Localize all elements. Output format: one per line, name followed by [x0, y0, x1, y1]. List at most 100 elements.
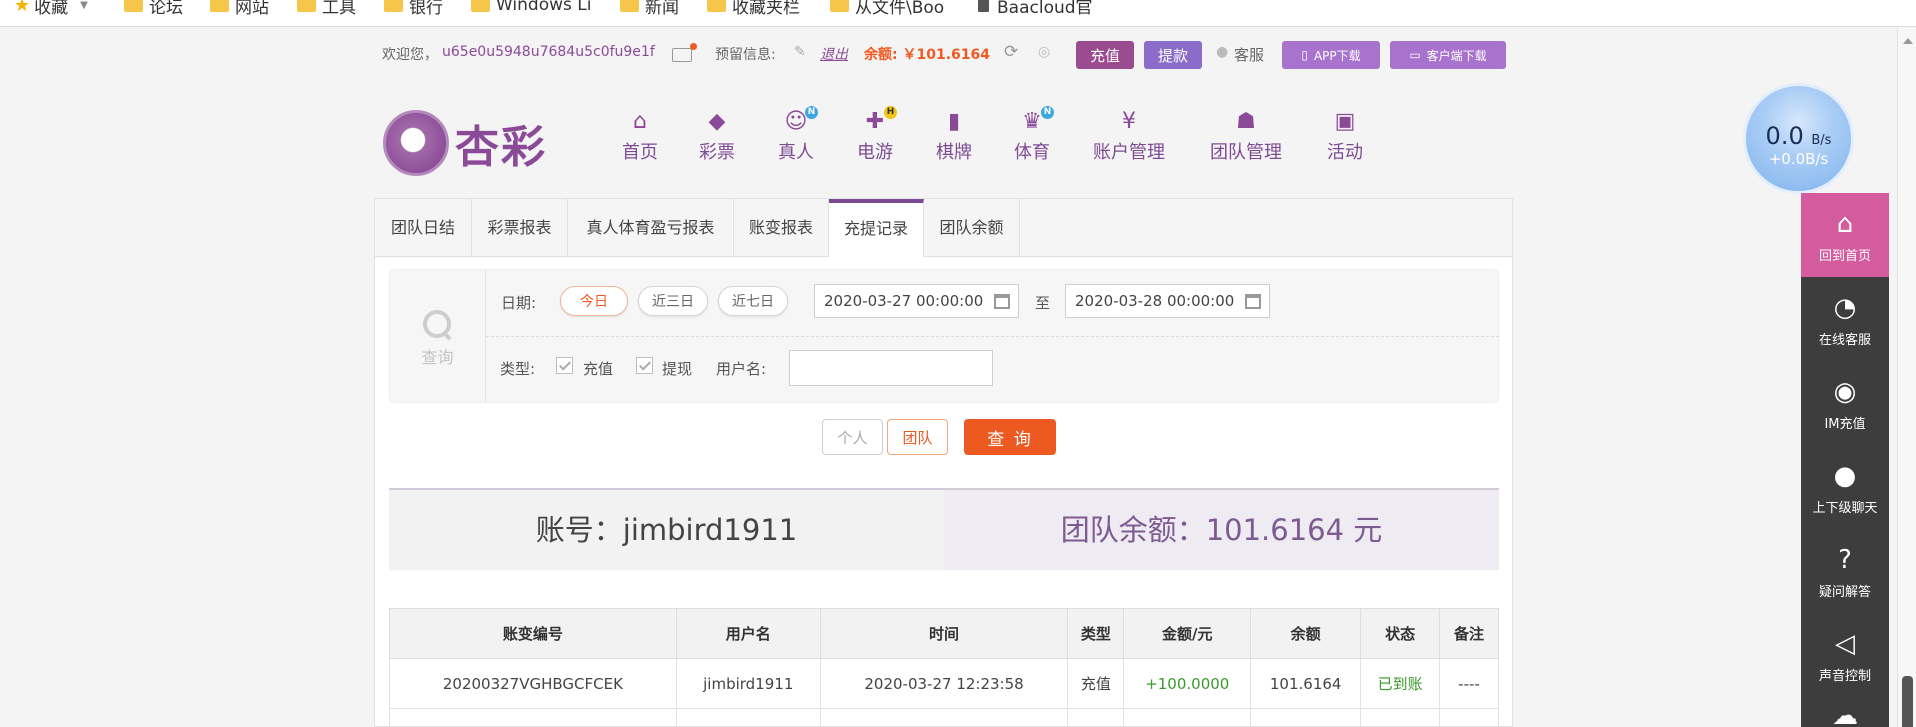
page-scrollbar[interactable] [1897, 28, 1916, 727]
nav-sports[interactable]: ♛ N 体育 [1014, 106, 1054, 164]
sidebar-item-im-recharge[interactable]: ◉ IM充值 [1801, 361, 1889, 445]
nav-lottery[interactable]: ◆ 彩票 [699, 110, 735, 164]
logo-text: 杏彩 [455, 122, 547, 173]
network-speed-widget[interactable]: 0.0 B/s +0.0B/s [1743, 83, 1854, 194]
nav-events[interactable]: ▣ 活动 [1327, 110, 1363, 164]
column-header: 备注 [1439, 608, 1499, 659]
folder-icon [210, 0, 229, 12]
bookmark-folder[interactable]: Windows Li [471, 0, 591, 16]
mail-icon[interactable] [672, 43, 697, 62]
bookmark-folder[interactable]: 论坛 [124, 0, 183, 18]
home-icon: ⌂ [633, 109, 647, 134]
type-label: 类型: [500, 360, 536, 378]
column-header: 时间 [819, 608, 1069, 659]
tab-team-daily[interactable]: 团队日结 [375, 199, 472, 257]
site-logo[interactable]: 杏彩 [383, 108, 553, 178]
sidebar-item-cloud[interactable]: ☁ [1801, 697, 1889, 727]
sidebar-item-home[interactable]: ⌂ 回到首页 [1801, 193, 1889, 277]
new-badge: N [805, 106, 818, 119]
refresh-icon[interactable]: ⟳ [1004, 42, 1018, 62]
withdraw-button[interactable]: 提款 [1144, 41, 1202, 69]
client-download-button[interactable]: ▭ 客户端下载 [1390, 41, 1506, 69]
nav-egames[interactable]: ✚ H 电游 [857, 106, 897, 164]
nav-team[interactable]: ☗ 团队管理 [1210, 110, 1282, 164]
calendar-icon[interactable] [994, 294, 1010, 309]
tab-balance-change[interactable]: 账变报表 [734, 199, 829, 257]
calendar-icon[interactable] [1245, 294, 1261, 309]
team-button[interactable]: 团队 [887, 419, 948, 455]
logout-link[interactable]: 退出 [820, 44, 848, 64]
question-icon: ? [1838, 545, 1852, 575]
records-table: 账变编号 用户名 时间 类型 金额/元 余额 状态 备注 20200327VGH… [389, 608, 1499, 727]
customer-service-link[interactable]: 客服 [1234, 44, 1264, 65]
balance-cell: 101.6164 [1250, 658, 1362, 709]
scroll-thumb[interactable] [1902, 676, 1913, 727]
table-row [389, 708, 1499, 727]
customer-service-icon: ● [1216, 44, 1229, 60]
new-badge: N [1041, 106, 1054, 119]
column-header: 余额 [1250, 608, 1362, 659]
speed-unit: B/s [1811, 133, 1832, 148]
gamepad-icon: ✚ H [863, 106, 897, 134]
date-label: 日期: [501, 294, 537, 312]
phone-icon: ▯ [1301, 48, 1308, 62]
nav-account[interactable]: ¥ 账户管理 [1093, 110, 1165, 164]
bookmark-favorites[interactable]: ★ 收藏 ▼ [14, 0, 88, 18]
user-bar: 欢迎您， u65e0u5948u7684u5c0fu9e1f 预留信息: ✎ 退… [382, 38, 1512, 74]
tab-team-balance[interactable]: 团队余额 [924, 199, 1020, 257]
tab-live-sports-report[interactable]: 真人体育盈亏报表 [568, 199, 734, 257]
folder-icon [297, 0, 316, 12]
range-3days-button[interactable]: 近三日 [638, 286, 708, 316]
column-header: 用户名 [675, 608, 821, 659]
range-7days-button[interactable]: 近七日 [718, 286, 788, 316]
report-tabs: 团队日结 彩票报表 真人体育盈亏报表 账变报表 充提记录 团队余额 [375, 199, 1512, 258]
date-to-field[interactable]: 2020-03-28 00:00:00 [1065, 284, 1270, 318]
nav-home[interactable]: ⌂ 首页 [622, 110, 658, 164]
chevron-down-icon[interactable]: ▼ [80, 0, 88, 11]
app-download-button[interactable]: ▯ APP下载 [1282, 41, 1380, 69]
sidebar-item-faq[interactable]: ? 疑问解答 [1801, 529, 1889, 613]
nav-cards[interactable]: ▮ 棋牌 [936, 110, 972, 164]
time-cell: 2020-03-27 12:23:58 [819, 658, 1069, 709]
column-header: 状态 [1360, 608, 1441, 659]
cloud-icon: ☁ [1832, 701, 1858, 727]
folder-icon [124, 0, 143, 12]
lottery-icon: ◆ [708, 109, 726, 134]
sidebar-item-sound[interactable]: ◁ 声音控制 [1801, 613, 1889, 697]
username-link[interactable]: u65e0u5948u7684u5c0fu9e1f [442, 44, 655, 60]
record-id-cell: 20200327VGHBGCFCEK [389, 658, 677, 709]
table-header-row: 账变编号 用户名 时间 类型 金额/元 余额 状态 备注 [389, 608, 1499, 659]
bookmark-folder[interactable]: 工具 [297, 0, 356, 18]
bookmark-folder[interactable]: 网站 [210, 0, 269, 18]
date-from-field[interactable]: 2020-03-27 00:00:00 [814, 284, 1019, 318]
type-recharge-checkbox[interactable] [556, 357, 573, 374]
edit-icon[interactable]: ✎ [794, 44, 806, 60]
bookmark-folder[interactable]: 银行 [384, 0, 443, 18]
folder-icon [707, 0, 726, 12]
folder-icon [384, 0, 403, 12]
query-button[interactable]: 查 询 [964, 419, 1056, 455]
type-withdraw-checkbox[interactable] [636, 357, 653, 374]
nav-live[interactable]: ☺ N 真人 [778, 106, 818, 164]
speaker-icon: ◁ [1835, 629, 1855, 659]
bookmark-folder[interactable]: 收藏夹栏 [707, 0, 800, 18]
recharge-button[interactable]: 充值 [1076, 41, 1134, 69]
monitor-icon: ▭ [1409, 48, 1421, 62]
personal-button[interactable]: 个人 [822, 419, 883, 455]
range-today-button[interactable]: 今日 [560, 286, 628, 316]
sidebar-item-online-service[interactable]: ◔ 在线客服 [1801, 277, 1889, 361]
hide-eye-icon[interactable]: ◎ [1038, 44, 1050, 60]
username-input[interactable] [789, 350, 993, 386]
tab-deposit-withdraw[interactable]: 充提记录 [829, 199, 924, 258]
type-withdraw-label: 提现 [662, 360, 693, 378]
sidebar-item-chat[interactable]: ● 上下级聊天 [1801, 445, 1889, 529]
coin-icon: ¥ [1122, 109, 1136, 134]
bookmark-page[interactable]: Baacloud官 [978, 0, 1093, 18]
bookmark-folder[interactable]: 从文件\Boo [830, 0, 944, 18]
scroll-up-icon[interactable] [1903, 38, 1913, 44]
star-icon: ★ [14, 0, 31, 16]
im-recharge-icon: ◉ [1833, 377, 1857, 407]
bookmark-folder[interactable]: 新闻 [620, 0, 679, 18]
tab-lottery-report[interactable]: 彩票报表 [472, 199, 568, 257]
account-summary: 账号：jimbird1911 团队余额：101.6164 元 [389, 488, 1499, 570]
